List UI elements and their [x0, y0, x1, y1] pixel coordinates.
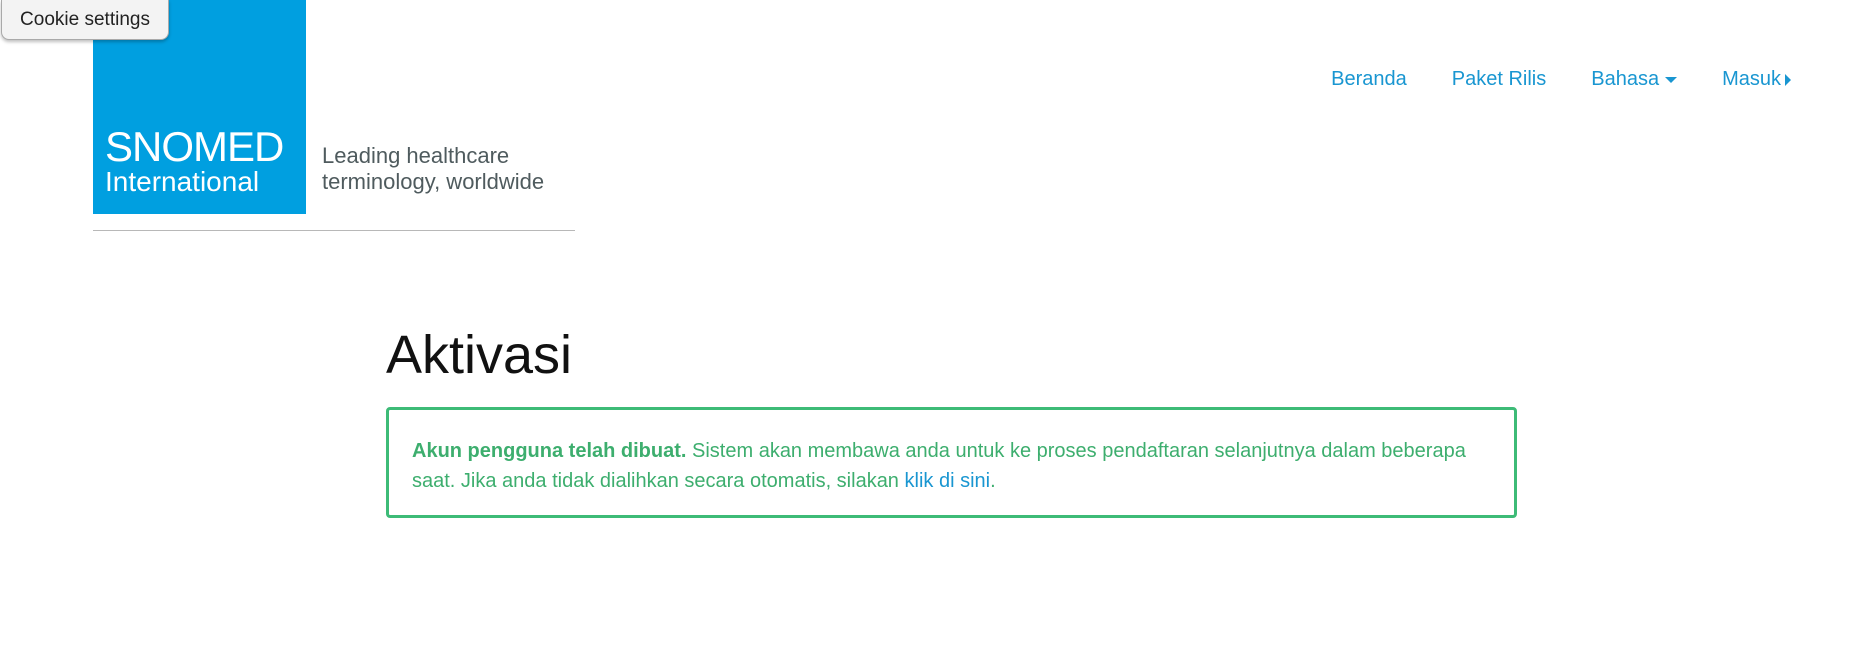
logo-brand-subtitle: International — [105, 166, 260, 197]
nav-release-packages-label: Paket Rilis — [1451, 68, 1547, 90]
alert-trailing-text: . — [990, 470, 996, 492]
nav-home-link[interactable]: Beranda — [1331, 68, 1407, 91]
nav-login-link[interactable]: Masuk — [1722, 68, 1791, 91]
cookie-settings-button[interactable]: Cookie settings — [1, 0, 169, 40]
nav-language-label: Bahasa — [1591, 68, 1660, 90]
page-title: Aktivasi — [386, 325, 573, 385]
nav-home-label: Beranda — [1331, 68, 1407, 90]
nav-login-label: Masuk — [1722, 68, 1781, 90]
logo-tagline: Leading healthcare terminology, worldwid… — [322, 143, 544, 195]
nav-release-packages-link[interactable]: Paket Rilis — [1452, 68, 1546, 91]
main-nav: Beranda Paket Rilis Bahasa Masuk — [1286, 68, 1791, 91]
caret-down-icon — [1665, 76, 1678, 83]
success-alert: Akun pengguna telah dibuat. Sistem akan … — [386, 407, 1517, 518]
logo-tagline-line2: terminology, worldwide — [322, 169, 545, 194]
alert-bold-text: Akun pengguna telah dibuat. — [412, 440, 687, 462]
redirect-link[interactable]: klik di sini — [905, 470, 991, 492]
page: Cookie settings SNOMED International Lea… — [0, 0, 1855, 671]
logo-brand-name: SNOMED — [105, 123, 284, 170]
logo-tagline-line1: Leading healthcare — [322, 143, 510, 168]
caret-right-icon — [1785, 73, 1791, 86]
nav-language-dropdown[interactable]: Bahasa — [1591, 68, 1678, 91]
